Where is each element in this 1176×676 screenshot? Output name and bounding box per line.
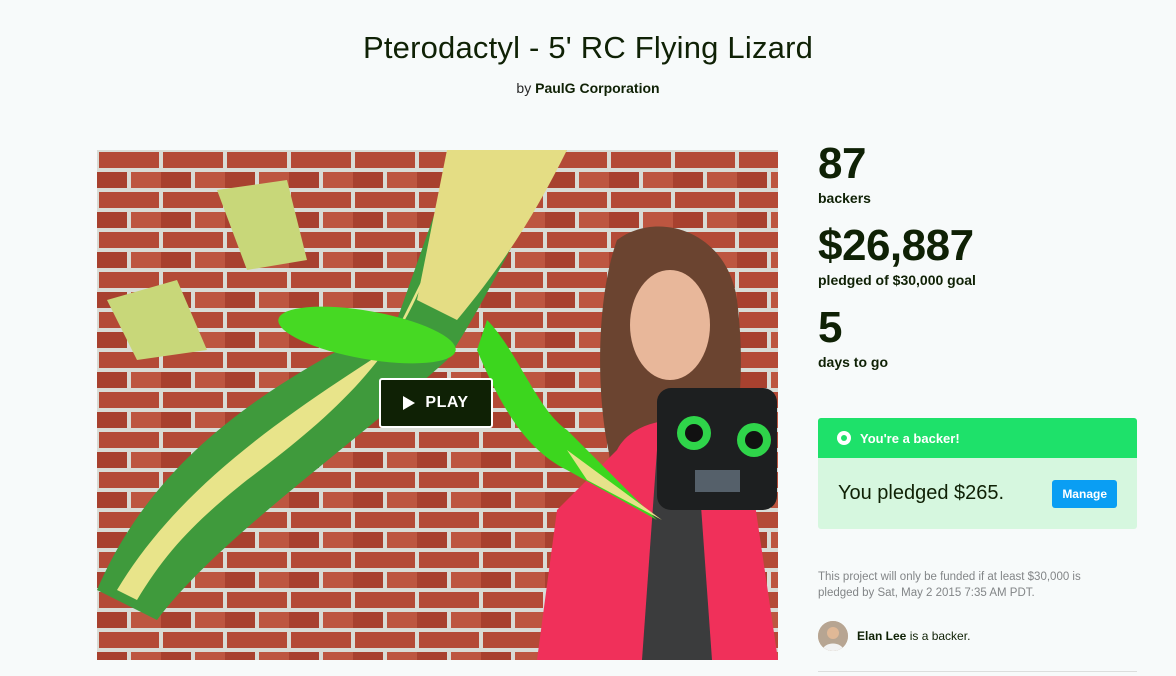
manage-pledge-button[interactable]: Manage [1052,479,1117,508]
pledged-goal-label: pledged of $30,000 goal [818,272,976,288]
backer-body: You pledged $265. Manage [818,458,1137,529]
backers-count: 87 [818,139,866,188]
days-count: 5 [818,303,842,352]
backers-label: backers [818,190,871,206]
creator-name-link[interactable]: PaulG Corporation [535,80,659,96]
pledge-amount-text: You pledged $265. [838,482,1005,504]
backer-header-text: You're a backer! [860,430,960,446]
backer-header: You're a backer! [818,418,1137,458]
funding-deadline-note: This project will only be funded if at l… [818,571,1081,599]
days-label: days to go [818,354,889,370]
project-video[interactable]: PLAY [97,150,778,660]
friend-backer-row: Elan Lee is a backer. [818,620,1138,652]
byline-prefix: by [516,80,532,96]
play-button[interactable]: PLAY [379,378,493,428]
avatar-image [818,621,848,651]
play-label: PLAY [425,394,469,411]
funding-stats: 87 backers $26,887 pledged of $30,000 go… [818,140,1148,386]
play-triangle-icon [403,396,416,410]
backer-badge-icon [837,431,851,445]
project-title: Pterodactyl - 5' RC Flying Lizard [362,30,814,65]
friend-backer-suffix: is a backer. [909,629,971,643]
creator-byline: by PaulG Corporation [0,80,1176,96]
friend-name-link[interactable]: Elan Lee [857,629,906,643]
pledged-amount: $26,887 [818,221,974,270]
divider [818,671,1137,672]
avatar[interactable] [818,621,848,651]
backer-status-card: You're a backer! You pledged $265. Manag… [818,418,1137,529]
